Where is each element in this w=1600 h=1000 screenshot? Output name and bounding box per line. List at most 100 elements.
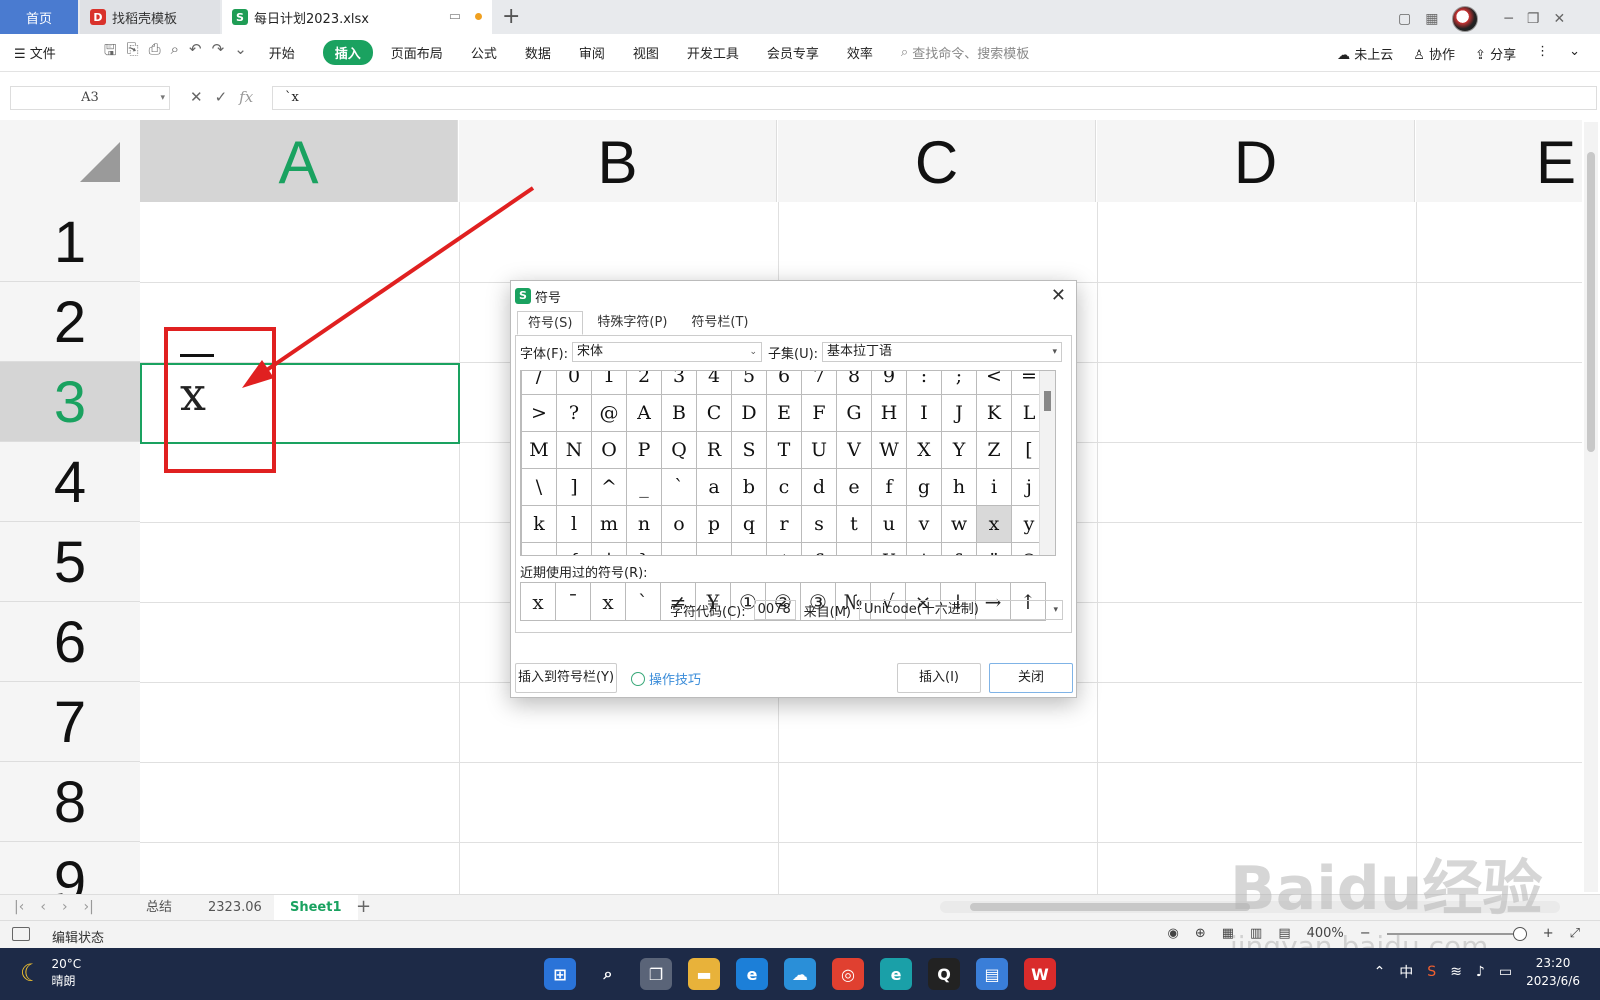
- minimize-icon[interactable]: ─: [1504, 11, 1512, 27]
- menu-view[interactable]: 视图: [633, 43, 659, 62]
- symbol-cell[interactable]: k: [521, 505, 557, 543]
- symbol-cell[interactable]: |: [591, 542, 627, 555]
- symbol-cell[interactable]: ^: [591, 468, 627, 506]
- formula-input[interactable]: `x: [272, 86, 1597, 110]
- from-select[interactable]: Unicode(十六进制) ▾: [859, 600, 1063, 620]
- volume-icon[interactable]: ♪: [1476, 964, 1485, 980]
- symbol-cell[interactable]: §: [941, 542, 977, 555]
- symbol-cell[interactable]: ¦: [906, 542, 942, 555]
- tab-home[interactable]: 首页: [0, 0, 78, 34]
- symbol-cell[interactable]: S: [731, 431, 767, 469]
- column-header-d[interactable]: D: [1097, 120, 1415, 202]
- symbol-cell[interactable]: E: [766, 394, 802, 432]
- menu-efficiency[interactable]: 效率: [847, 43, 873, 62]
- screen-icon[interactable]: ▭: [449, 9, 461, 24]
- first-sheet-icon[interactable]: |‹: [14, 899, 24, 915]
- print-icon[interactable]: ⎙: [149, 40, 161, 65]
- vertical-scrollbar[interactable]: [1584, 122, 1598, 892]
- menu-insert[interactable]: 插入: [322, 40, 373, 65]
- dialog-close-icon[interactable]: ✕: [1051, 285, 1066, 306]
- symbol-cell[interactable]: <: [976, 371, 1012, 395]
- symbol-cell[interactable]: ¢: [766, 542, 802, 555]
- cancel-icon[interactable]: ✕: [190, 88, 203, 106]
- share-button[interactable]: ⇪ 分享: [1475, 44, 1516, 63]
- symbol-cell[interactable]: C: [696, 394, 732, 432]
- symbol-cell[interactable]: z: [521, 542, 557, 555]
- symbol-cell[interactable]: 8: [836, 371, 872, 395]
- symbol-cell[interactable]: P: [626, 431, 662, 469]
- symbol-cell[interactable]: m: [591, 505, 627, 543]
- sheet-tab-summary[interactable]: 总结: [130, 895, 188, 920]
- symbol-cell[interactable]: w: [941, 505, 977, 543]
- symbol-cell[interactable]: _: [626, 468, 662, 506]
- row-header-3[interactable]: 3: [0, 362, 140, 442]
- symbol-cell[interactable]: I: [906, 394, 942, 432]
- subset-select[interactable]: 基本拉丁语 ▾: [822, 342, 1063, 362]
- more-icon[interactable]: ⋮: [1536, 44, 1549, 63]
- symbol-cell[interactable]: 6: [766, 371, 802, 395]
- vertical-scrollbar-thumb[interactable]: [1587, 152, 1595, 452]
- symbol-cell[interactable]: ¥: [871, 542, 907, 555]
- tab-file[interactable]: S 每日计划2023.xlsx ▭: [222, 0, 492, 34]
- chrome-icon[interactable]: ◎: [832, 958, 864, 990]
- close-window-icon[interactable]: ✕: [1553, 11, 1565, 27]
- tray-expand-icon[interactable]: ⌃: [1374, 964, 1386, 980]
- symbol-cell[interactable]: ¡: [731, 542, 767, 555]
- preview-icon[interactable]: ⌕: [171, 40, 179, 65]
- column-header-e[interactable]: E: [1416, 120, 1582, 202]
- file-explorer-icon[interactable]: ▬: [688, 958, 720, 990]
- tab-template[interactable]: D 找稻壳模板: [80, 0, 220, 34]
- symbol-cell[interactable]: c: [766, 468, 802, 506]
- zoom-in-icon[interactable]: +: [1543, 926, 1554, 941]
- tips-link[interactable]: 操作技巧: [631, 669, 701, 688]
- menu-developer[interactable]: 开发工具: [687, 43, 739, 62]
- symbol-grid-scrollbar-thumb[interactable]: [1044, 391, 1051, 411]
- apps-grid-icon[interactable]: ▦: [1425, 11, 1438, 27]
- command-search[interactable]: ⌕ 查找命令、搜索模板: [901, 43, 1029, 62]
- symbol-cell[interactable]: M: [521, 431, 557, 469]
- symbol-cell[interactable]: ~: [661, 542, 697, 555]
- symbol-cell[interactable]: l: [556, 505, 592, 543]
- column-header-a[interactable]: A: [140, 120, 458, 202]
- recent-symbol-cell[interactable]: `: [625, 582, 661, 621]
- symbol-cell[interactable]: ¤: [836, 542, 872, 555]
- name-box-dropdown-icon[interactable]: ▾: [160, 87, 165, 109]
- row-header-2[interactable]: 2: [0, 282, 140, 362]
- char-code-input[interactable]: 0078: [753, 600, 796, 620]
- dialog-title-bar[interactable]: S 符号 ✕: [511, 281, 1076, 311]
- cloud-status-button[interactable]: ☁ 未上云: [1337, 44, 1393, 63]
- zoom-slider-knob[interactable]: [1512, 926, 1527, 941]
- symbol-cell[interactable]: r: [766, 505, 802, 543]
- symbol-cell[interactable]: V: [836, 431, 872, 469]
- fx-icon[interactable]: fx: [239, 88, 253, 106]
- symbol-cell[interactable]: A: [626, 394, 662, 432]
- task-view-icon[interactable]: ❐: [640, 958, 672, 990]
- center-view-icon[interactable]: ⊕: [1195, 926, 1206, 941]
- menu-formulas[interactable]: 公式: [471, 43, 497, 62]
- next-sheet-icon[interactable]: ›: [62, 899, 68, 915]
- symbol-cell[interactable]: q: [731, 505, 767, 543]
- symbol-cell[interactable]: }: [626, 542, 662, 555]
- file-menu[interactable]: ☰ 文件: [14, 43, 56, 62]
- column-header-b[interactable]: B: [459, 120, 777, 202]
- prev-sheet-icon[interactable]: ‹: [40, 899, 46, 915]
- confirm-icon[interactable]: ✓: [215, 88, 228, 106]
- symbol-cell[interactable]: T: [766, 431, 802, 469]
- collapse-ribbon-icon[interactable]: ⌄: [1569, 44, 1580, 63]
- symbol-cell[interactable]: p: [696, 505, 732, 543]
- tab-special-chars[interactable]: 特殊字符(P): [587, 311, 677, 335]
- collaborate-button[interactable]: ♙ 协作: [1413, 44, 1455, 63]
- symbol-cell[interactable]: d: [801, 468, 837, 506]
- symbol-cell[interactable]: b: [731, 468, 767, 506]
- symbol-cell[interactable]: 7: [801, 371, 837, 395]
- macro-record-icon[interactable]: [12, 927, 30, 941]
- last-sheet-icon[interactable]: ›|: [84, 899, 94, 915]
- recent-symbol-cell[interactable]: ¯: [555, 582, 591, 621]
- sogou-icon[interactable]: S: [1427, 964, 1436, 980]
- save-icon[interactable]: 🖫: [104, 40, 117, 65]
- edge-icon[interactable]: e: [880, 958, 912, 990]
- symbol-cell[interactable]: x: [976, 505, 1012, 543]
- symbol-cell[interactable]: f: [871, 468, 907, 506]
- symbol-cell[interactable]: o: [661, 505, 697, 543]
- name-box[interactable]: A3 ▾: [10, 86, 170, 110]
